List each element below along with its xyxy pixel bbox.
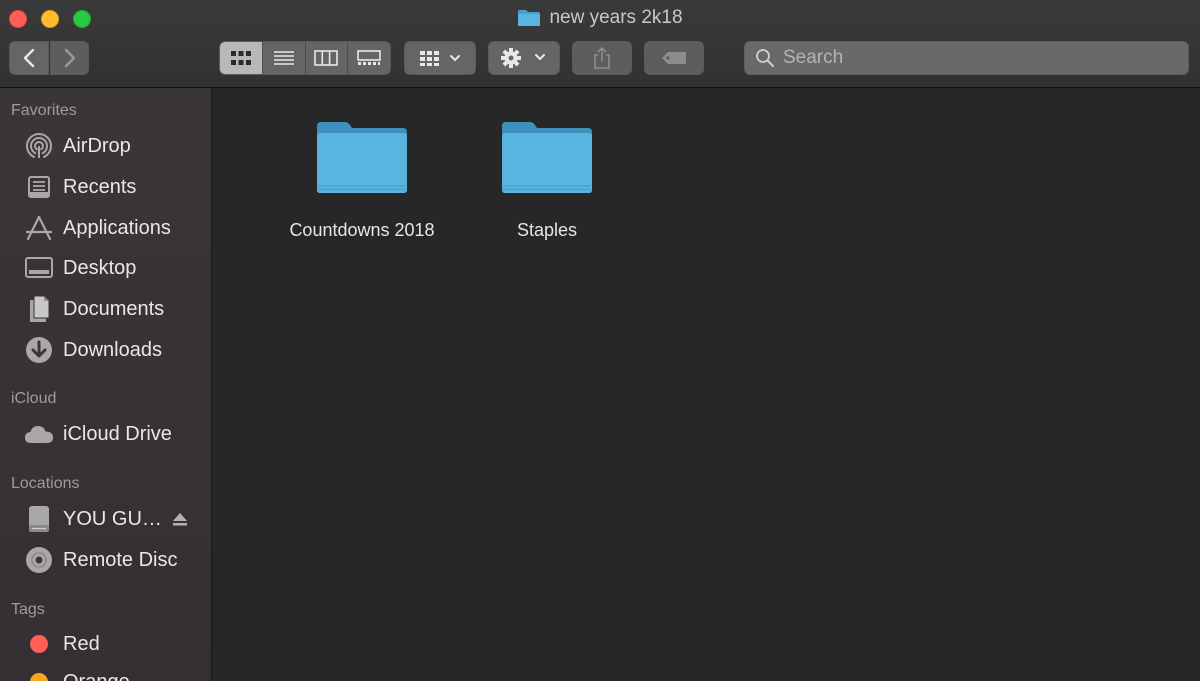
search-field[interactable]: [744, 41, 1189, 75]
drive-icon: [24, 504, 54, 534]
folder-label: Countdowns 2018: [289, 220, 435, 240]
toolbar: new years 2k18: [0, 0, 1200, 88]
window-title: new years 2k18: [0, 7, 1200, 31]
share-icon: [594, 46, 610, 69]
sidebar-item-label: iCloud Drive: [63, 422, 172, 445]
sidebar-item-label: Orange: [63, 671, 130, 681]
sidebar-section-favorites: Favorites: [11, 102, 77, 119]
search-icon: [756, 49, 774, 67]
folder-item[interactable]: Countdowns 2018: [272, 120, 452, 241]
documents-icon: [24, 294, 54, 324]
sidebar-item-icloud-drive[interactable]: iCloud Drive: [0, 416, 211, 452]
action-menu-button[interactable]: [488, 41, 560, 75]
sidebar-section-tags: Tags: [11, 601, 45, 618]
airdrop-icon: [24, 131, 54, 161]
folder-icon: [315, 120, 409, 194]
sidebar-item-tag-red[interactable]: Red: [0, 626, 211, 662]
tag-icon: [662, 52, 686, 64]
view-mode-control: [219, 41, 391, 75]
forward-button[interactable]: [50, 41, 89, 75]
sidebar: Favorites AirDrop Recents Applications D…: [0, 88, 212, 681]
sidebar-item-airdrop[interactable]: AirDrop: [0, 128, 211, 164]
file-browser-area[interactable]: Countdowns 2018 Staples: [213, 88, 1200, 681]
sidebar-item-label: Documents: [63, 297, 165, 320]
applications-icon: [24, 213, 54, 243]
eject-icon[interactable]: [171, 509, 189, 529]
tag-color-dot: [24, 667, 54, 681]
sidebar-section-icloud: iCloud: [11, 390, 57, 407]
icon-view-button[interactable]: [220, 42, 263, 74]
disc-icon: [24, 545, 54, 575]
back-button[interactable]: [9, 41, 49, 75]
cloud-icon: [24, 419, 54, 449]
gallery-view-button[interactable]: [348, 42, 390, 74]
downloads-icon: [24, 335, 54, 365]
folder-label: Staples: [516, 220, 578, 240]
chevron-right-icon: [64, 48, 75, 68]
folder-item[interactable]: Staples: [457, 120, 637, 241]
sidebar-item-label: Downloads: [63, 338, 162, 361]
grid-dropdown-icon: [420, 51, 460, 66]
share-button[interactable]: [572, 41, 632, 75]
sidebar-item-label: Remote Disc: [63, 548, 178, 571]
sidebar-item-label: Red: [63, 632, 100, 655]
column-view-button[interactable]: [305, 42, 349, 74]
tag-color-dot: [24, 629, 54, 659]
window-title-text: new years 2k18: [549, 7, 683, 28]
group-by-button[interactable]: [404, 41, 476, 75]
sidebar-item-recents[interactable]: Recents: [0, 169, 211, 205]
grid-icon: [230, 51, 251, 65]
sidebar-item-documents[interactable]: Documents: [0, 291, 211, 327]
sidebar-item-label: YOU GU…: [63, 507, 162, 530]
folder-icon: [500, 120, 594, 194]
sidebar-item-downloads[interactable]: Downloads: [0, 332, 211, 368]
recents-icon: [24, 172, 54, 202]
sidebar-item-label: Recents: [63, 175, 137, 198]
sidebar-item-tag-orange[interactable]: Orange: [0, 664, 211, 681]
gear-icon: [501, 48, 545, 68]
sidebar-item-applications[interactable]: Applications: [0, 210, 211, 246]
list-icon: [273, 51, 294, 65]
list-view-button[interactable]: [262, 42, 306, 74]
sidebar-item-usb-drive[interactable]: YOU GU…: [0, 501, 211, 537]
sidebar-section-locations: Locations: [11, 475, 80, 492]
sidebar-item-label: Desktop: [63, 256, 137, 279]
tag-button[interactable]: [644, 41, 704, 75]
chevron-left-icon: [23, 48, 35, 68]
sidebar-item-remote-disc[interactable]: Remote Disc: [0, 542, 211, 578]
finder-window: new years 2k18 Search Favorites AirDrop …: [0, 0, 1200, 681]
search-input[interactable]: [783, 47, 1163, 69]
desktop-icon: [24, 253, 54, 283]
folder-icon: [517, 9, 541, 27]
sidebar-item-label: Applications: [63, 216, 171, 239]
sidebar-item-label: AirDrop: [63, 134, 131, 157]
sidebar-item-desktop[interactable]: Desktop: [0, 250, 211, 286]
columns-icon: [314, 50, 339, 66]
gallery-icon: [357, 50, 381, 65]
